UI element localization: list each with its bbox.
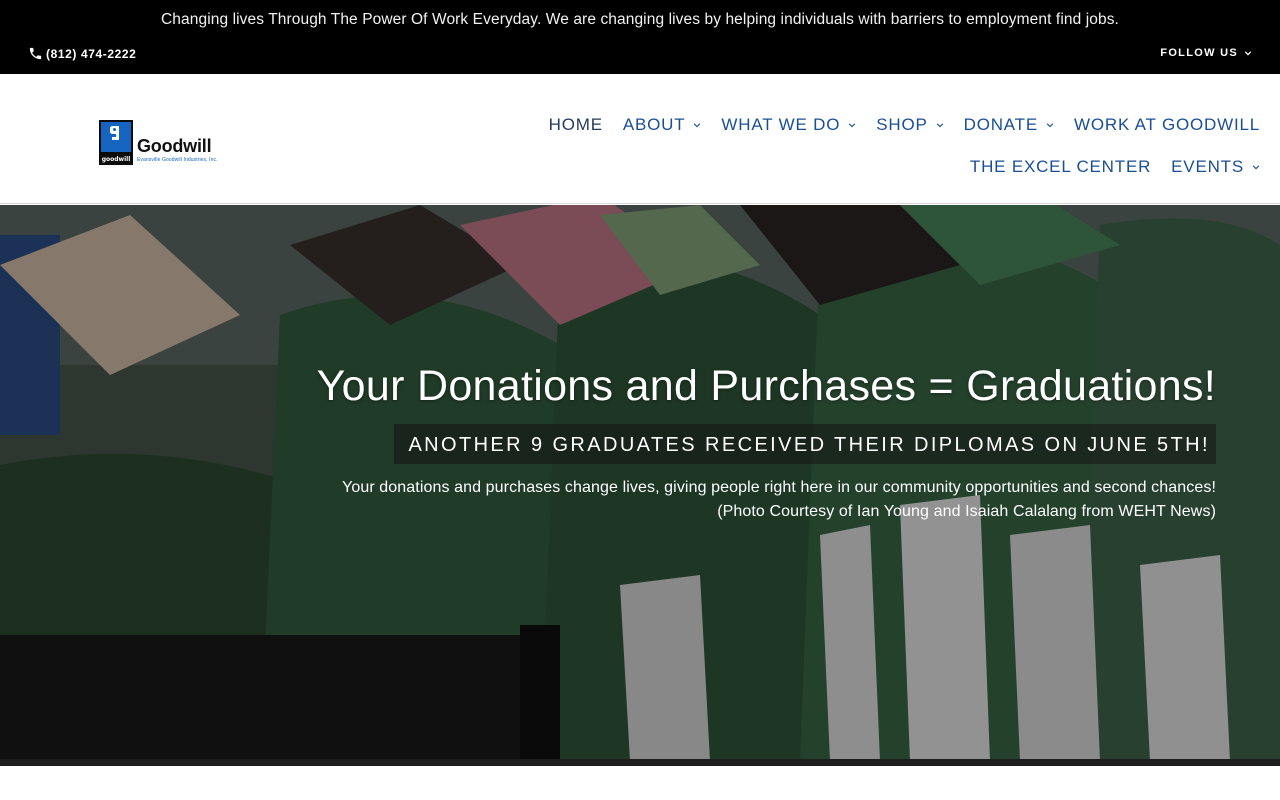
nav-item-home[interactable]: HOME xyxy=(549,114,603,136)
hero-banner: Your Donations and Purchases = Graduatio… xyxy=(0,205,1280,761)
chevron-down-icon xyxy=(1046,123,1054,128)
nav-item-about[interactable]: ABOUT xyxy=(623,114,702,136)
nav-item-work-at-goodwill[interactable]: WORK AT GOODWILL xyxy=(1074,114,1260,136)
follow-us-dropdown[interactable]: FOLLOW US xyxy=(1160,47,1252,59)
hero-description: Your donations and purchases change live… xyxy=(342,479,1216,496)
chevron-down-icon xyxy=(1244,51,1252,56)
chevron-down-icon xyxy=(849,123,856,128)
follow-us-label: FOLLOW US xyxy=(1160,47,1238,59)
nav-item-excel-center[interactable]: THE EXCEL CENTER xyxy=(970,156,1151,178)
top-announcement-bar: Changing lives Through The Power Of Work… xyxy=(0,0,1280,74)
logo-mark-text: goodwill xyxy=(101,156,131,163)
nav-item-what-we-do[interactable]: WHAT WE DO xyxy=(721,114,856,136)
announcement-text: Changing lives Through The Power Of Work… xyxy=(161,11,1119,28)
hero-content: Your Donations and Purchases = Graduatio… xyxy=(216,360,1216,524)
chevron-down-icon xyxy=(1252,165,1260,170)
nav-label: WHAT WE DO xyxy=(721,115,841,134)
chevron-down-icon xyxy=(694,123,701,128)
nav-label: WORK AT GOODWILL xyxy=(1074,115,1260,134)
nav-item-shop[interactable]: SHOP xyxy=(876,114,943,136)
goodwill-g-icon: goodwill xyxy=(99,120,133,165)
phone-number: (812) 474-2222 xyxy=(46,46,137,61)
phone-link[interactable]: (812) 474-2222 xyxy=(28,46,136,61)
nav-item-events[interactable]: EVENTS xyxy=(1171,156,1260,178)
nav-row-primary: HOME ABOUT WHAT WE DO SHOP DONATE WORK A… xyxy=(500,114,1260,136)
logo-subtitle: Evansville Goodwill Industries, Inc. xyxy=(137,157,218,163)
nav-label: ABOUT xyxy=(622,115,686,134)
hero-bottom-edge xyxy=(0,759,1280,766)
nav-label: EVENTS xyxy=(1171,157,1244,176)
nav-row-secondary: THE EXCEL CENTER EVENTS xyxy=(500,156,1260,178)
nav-item-donate[interactable]: DONATE xyxy=(964,114,1054,136)
site-header: goodwill Goodwill Evansville Goodwill In… xyxy=(0,74,1280,204)
nav-label: THE EXCEL CENTER xyxy=(969,157,1152,176)
nav-label: HOME xyxy=(548,115,603,134)
hero-title: Your Donations and Purchases = Graduatio… xyxy=(316,362,1216,410)
hero-photo-credit: (Photo Courtesy of Ian Young and Isaiah … xyxy=(717,503,1216,520)
chevron-down-icon xyxy=(936,123,943,128)
nav-label: SHOP xyxy=(876,115,928,134)
phone-icon xyxy=(29,47,42,60)
goodwill-logo[interactable]: goodwill Goodwill Evansville Goodwill In… xyxy=(99,120,218,165)
nav-label: DONATE xyxy=(963,115,1039,134)
logo-name: Goodwill xyxy=(137,136,212,156)
main-navigation: HOME ABOUT WHAT WE DO SHOP DONATE WORK A… xyxy=(500,114,1260,178)
hero-subtitle: ANOTHER 9 GRADUATES RECEIVED THEIR DIPLO… xyxy=(394,424,1216,464)
